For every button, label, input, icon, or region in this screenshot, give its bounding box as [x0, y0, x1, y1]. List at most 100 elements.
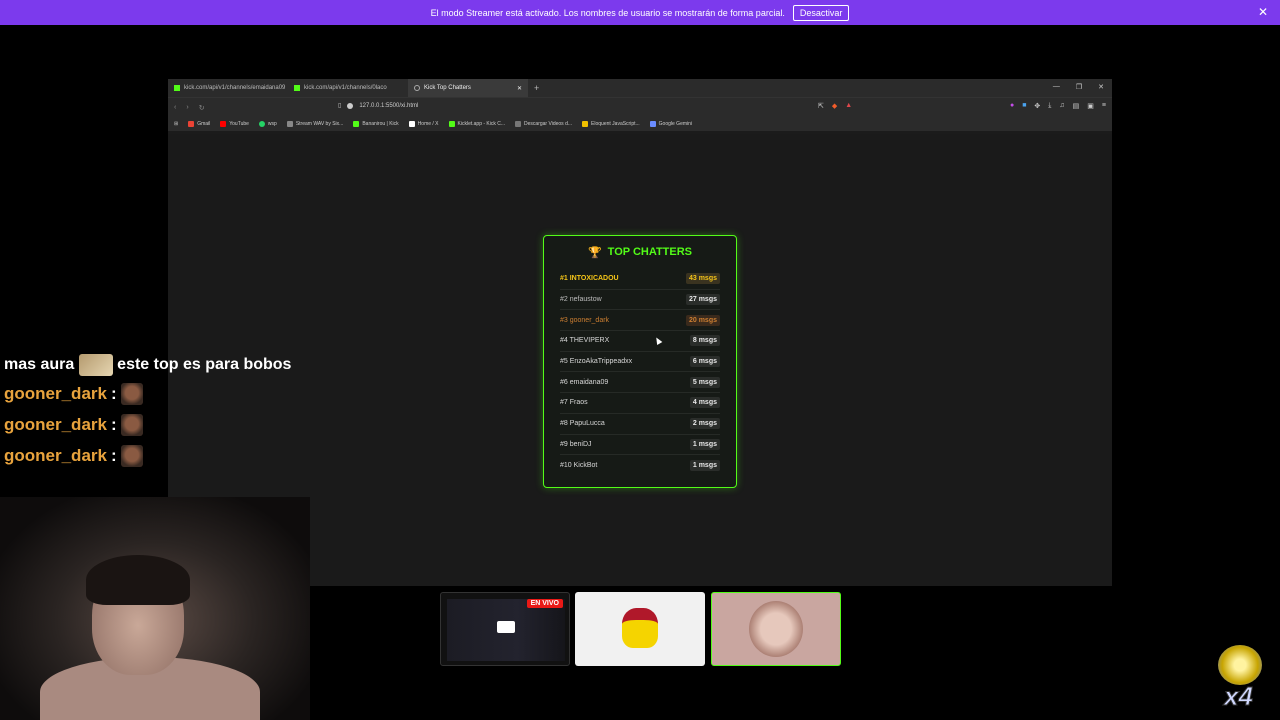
apps-icon[interactable]: ⊞	[174, 121, 178, 127]
bookmark-label: Kicklet.app - Kick C...	[457, 121, 506, 127]
bookmark-wsp[interactable]: wsp	[258, 121, 277, 127]
streamer-hair	[86, 555, 190, 605]
brave-rewards-icon[interactable]: ▲	[845, 102, 852, 110]
chatter-name: #6 emaidana09	[560, 378, 609, 386]
tab-title: kick.com/api/v1/channels/0laco	[304, 85, 387, 91]
bookmark-label: Gmail	[197, 121, 211, 127]
camera-thumbnail[interactable]	[711, 592, 841, 666]
puzzle-icon[interactable]: ✥	[1034, 102, 1040, 110]
tab-bar: kick.com/api/v1/channels/emaidana09 kick…	[168, 79, 1112, 97]
youtube-icon	[220, 121, 227, 127]
wallet-icon[interactable]: ▣	[1087, 102, 1094, 110]
x-logo-icon	[408, 121, 415, 127]
live-badge: EN VIVO	[526, 599, 563, 608]
address-bar[interactable]: ▯ 127.0.0.1:5500/xi.html	[338, 102, 418, 109]
bookmark-eloquent-js[interactable]: Eloquent JavaScript...	[582, 121, 640, 127]
bookmark-kicklet[interactable]: Kicklet.app - Kick C...	[448, 121, 506, 127]
monitor-icon	[497, 621, 515, 633]
window-controls: — ❐ ✕	[1053, 83, 1104, 91]
chatter-name: #10 KickBot	[560, 462, 598, 470]
bookmark-descargar[interactable]: Descargar Videos d...	[515, 121, 572, 127]
extensions-bar: ● ■ ✥ ⤓ ♫ ▤ ▣ ≡	[1010, 102, 1106, 110]
chat-separator: :	[110, 384, 117, 403]
chat-message: gooner_dark :	[4, 378, 304, 409]
bookmark-youtube[interactable]: YouTube	[220, 121, 249, 127]
tab-close-icon[interactable]: ✕	[517, 85, 522, 92]
chat-separator: :	[110, 415, 117, 434]
chatter-name: #4 THEVIPERX	[560, 337, 610, 345]
chatter-name: #1 INTOXICADOU	[560, 275, 619, 283]
screen: El modo Streamer está activado. Los nomb…	[0, 0, 1280, 720]
bookmark-x[interactable]: Home / X	[408, 121, 439, 127]
minimize-icon[interactable]: —	[1053, 83, 1060, 91]
menu-icon[interactable]: ≡	[1102, 102, 1106, 110]
chat-username: gooner_dark	[4, 384, 107, 403]
emote-icon	[120, 382, 143, 405]
bookmark-bananirou[interactable]: Bananirou | Kick	[353, 121, 399, 127]
chatter-name: #3 gooner_dark	[560, 316, 610, 324]
sidebar-icon[interactable]: ▤	[1073, 102, 1080, 110]
bookmark-label: Bananirou | Kick	[362, 121, 399, 127]
share-icon[interactable]: ⇱	[818, 102, 824, 110]
bookmark-label: wsp	[267, 121, 277, 127]
window-close-icon[interactable]: ✕	[1098, 83, 1104, 91]
chatter-row: #6 emaidana09 5 msgs	[560, 372, 720, 394]
gmail-icon	[188, 121, 195, 127]
bookmark-page-icon[interactable]: ▯	[338, 102, 341, 109]
chatter-row: #2 nefaustow 27 msgs	[560, 290, 720, 311]
msg-count-badge: 5 msgs	[689, 376, 720, 388]
msg-count-badge: 4 msgs	[689, 397, 720, 409]
chat-message: mas aura este top es para bobos	[4, 352, 304, 378]
chatter-name: #7 Fraos	[560, 399, 588, 407]
chat-message: gooner_dark :	[4, 409, 304, 440]
msg-count-badge: 1 msgs	[689, 438, 720, 450]
restore-icon[interactable]: ❐	[1076, 83, 1082, 91]
emote-icon	[120, 444, 143, 467]
avatar-thumbnail[interactable]	[575, 592, 705, 666]
extension-icon[interactable]: ■	[1022, 102, 1026, 110]
reload-icon[interactable]: ↻	[199, 104, 205, 112]
back-icon[interactable]: ‹	[174, 104, 176, 111]
music-icon[interactable]: ♫	[1059, 102, 1064, 110]
download-icon[interactable]: ⤓	[1048, 102, 1051, 110]
globe-icon	[414, 85, 420, 91]
forward-icon[interactable]: ›	[186, 104, 188, 111]
chat-username: gooner_dark	[4, 446, 107, 465]
banner-text: El modo Streamer está activado. Los nomb…	[430, 7, 785, 18]
tab-top-chatters[interactable]: Kick Top Chatters ✕	[408, 79, 528, 97]
chatter-name: #5 EnzoAkaTrippeadxx	[560, 358, 633, 366]
brave-shield-icon[interactable]: ◆	[832, 102, 837, 110]
chat-overlay: mas aura este top es para bobos gooner_d…	[4, 352, 304, 471]
multiplier-badge: x4	[1210, 645, 1270, 715]
bookmark-label: Stream WAV by Six...	[295, 121, 344, 127]
bookmark-stream-wav[interactable]: Stream WAV by Six...	[286, 121, 344, 127]
stream-thumbnail[interactable]: EN VIVO	[440, 592, 570, 666]
bookmarks-bar: ⊞ Gmail YouTube wsp Stream WAV by Six...…	[168, 117, 1112, 131]
extension-icon[interactable]: ●	[1010, 102, 1014, 110]
msg-count-badge: 20 msgs	[685, 314, 720, 326]
tab-kick-0laco[interactable]: kick.com/api/v1/channels/0laco	[288, 79, 408, 97]
card-title-text: TOP CHATTERS	[607, 246, 693, 258]
msg-count-badge: 1 msgs	[689, 460, 720, 472]
multiplier-text: x4	[1224, 681, 1254, 712]
page-icon	[515, 121, 522, 127]
bookmark-gemini[interactable]: Google Gemini	[649, 121, 692, 127]
chatter-row: #9 beniDJ 1 msgs	[560, 435, 720, 456]
kicklet-icon	[448, 121, 455, 127]
whatsapp-icon	[258, 121, 265, 127]
tab-kick-emaidana[interactable]: kick.com/api/v1/channels/emaidana09	[168, 79, 288, 97]
msg-count-badge: 43 msgs	[685, 273, 720, 285]
site-info-icon[interactable]	[347, 102, 354, 109]
face-avatar	[749, 601, 803, 657]
gemini-icon	[649, 121, 656, 127]
bookmark-label: Home / X	[417, 121, 439, 127]
chat-separator: :	[110, 446, 117, 465]
url-text: 127.0.0.1:5500/xi.html	[359, 102, 419, 109]
new-tab-icon[interactable]: +	[528, 83, 545, 93]
chatter-row: #7 Fraos 4 msgs	[560, 393, 720, 414]
chatter-name: #8 PapuLucca	[560, 420, 605, 428]
chatter-row: #10 KickBot 1 msgs	[560, 455, 720, 476]
deactivate-button[interactable]: Desactivar	[792, 4, 850, 21]
close-icon[interactable]: ✕	[1258, 5, 1268, 19]
bookmark-gmail[interactable]: Gmail	[188, 121, 210, 127]
